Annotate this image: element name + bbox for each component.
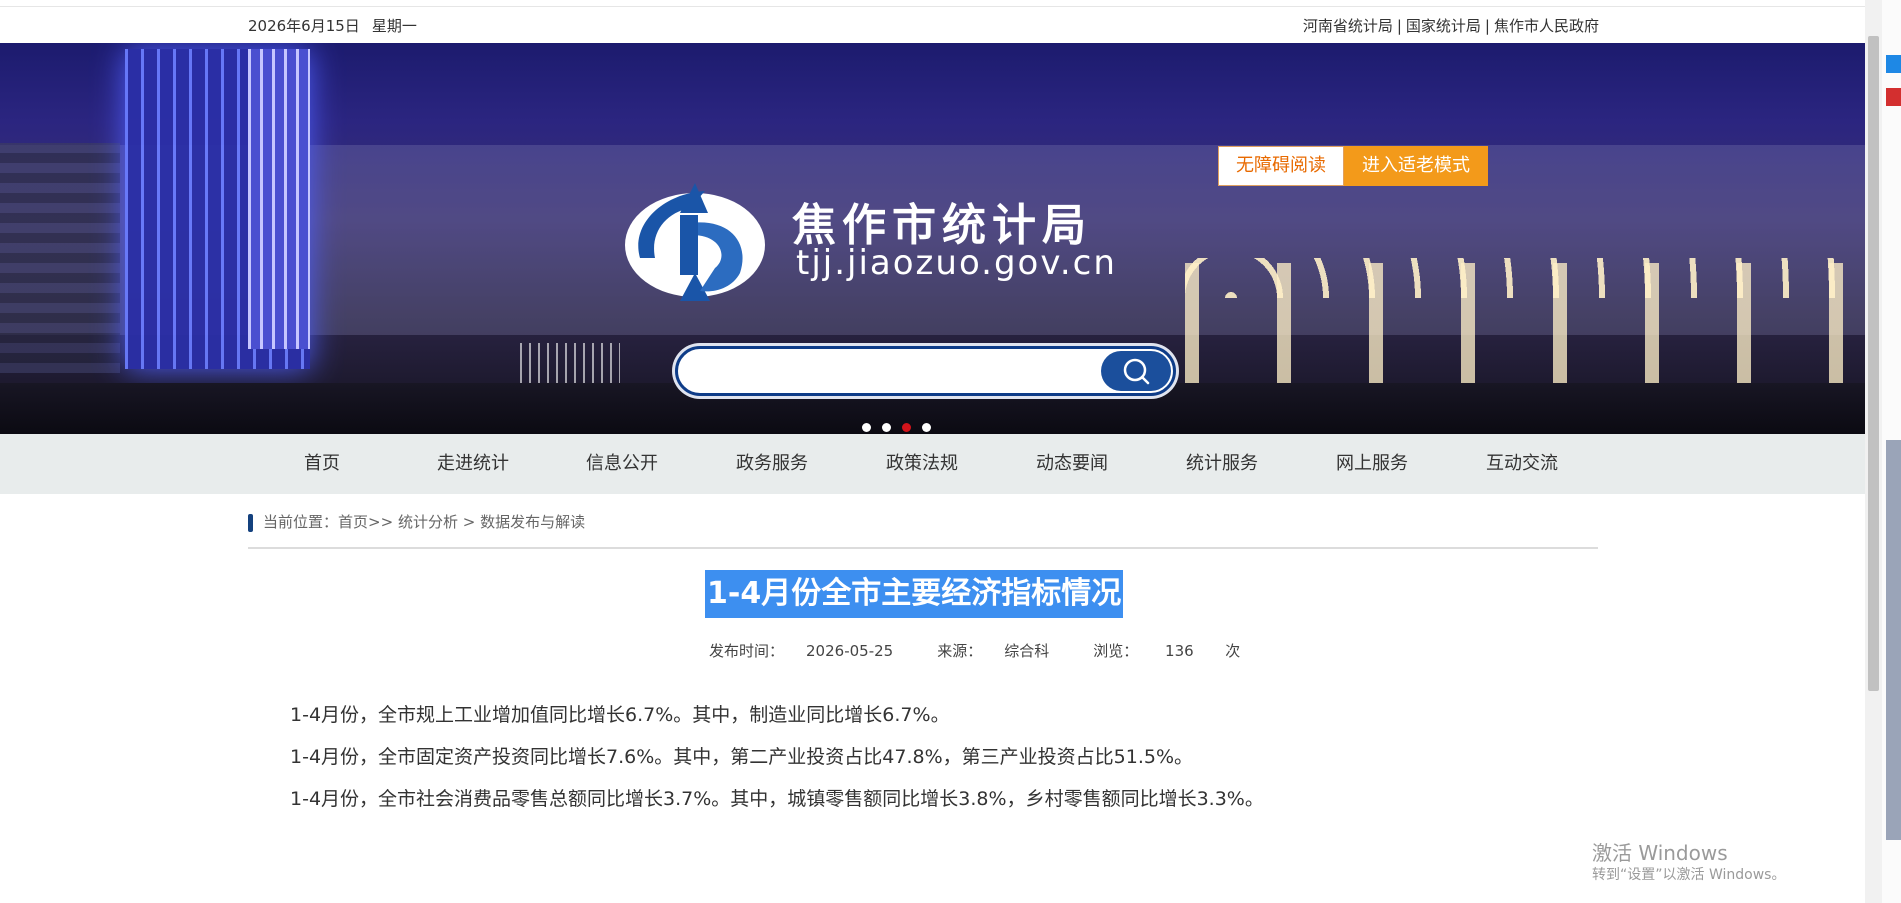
page: 2026年6月15日 星期一 河南省统计局 | 国家统计局 | 焦作市人民政府 焦作市统计… bbox=[0, 0, 1865, 903]
elder-mode-button[interactable]: 进入适老模式 bbox=[1344, 146, 1488, 186]
banner-tower-side bbox=[248, 49, 310, 349]
adjacent-window-image bbox=[1886, 440, 1901, 840]
windows-activation-watermark: 激活 Windows bbox=[1592, 841, 1728, 865]
page-scrollbar[interactable] bbox=[1865, 0, 1882, 903]
adjacent-window-chip bbox=[1886, 88, 1901, 106]
carousel-dot[interactable] bbox=[882, 423, 891, 432]
nav-item-about-stats[interactable]: 走进统计 bbox=[437, 434, 509, 494]
breadcrumb-prefix: 当前位置： bbox=[263, 513, 339, 531]
current-date: 2026年6月15日 星期一 bbox=[248, 15, 429, 36]
link-national-stats[interactable]: 国家统计局 bbox=[1406, 17, 1481, 35]
link-jiaozuo-gov[interactable]: 焦作市人民政府 bbox=[1494, 17, 1599, 35]
windows-activation-hint: 转到“设置”以激活 Windows。 bbox=[1592, 867, 1786, 883]
breadcrumb-data-release[interactable]: 数据发布与解读 bbox=[480, 513, 585, 531]
search-input[interactable] bbox=[696, 355, 1080, 387]
nav-item-news[interactable]: 动态要闻 bbox=[1036, 434, 1108, 494]
bureau-logo-icon bbox=[625, 183, 765, 301]
accessible-reading-button[interactable]: 无障碍阅读 bbox=[1218, 146, 1344, 186]
carousel-dots bbox=[862, 417, 942, 432]
carousel-dot[interactable] bbox=[862, 423, 871, 432]
nav-item-stats-services[interactable]: 统计服务 bbox=[1186, 434, 1258, 494]
publish-info: 发布时间： 2026-05-25 bbox=[709, 642, 894, 660]
nav-item-gov-services[interactable]: 政务服务 bbox=[736, 434, 808, 494]
banner-buildings bbox=[0, 143, 120, 373]
divider bbox=[248, 547, 1598, 549]
search-box bbox=[675, 346, 1176, 396]
view-count: 浏览： 136 次 bbox=[1093, 642, 1241, 660]
top-links: 河南省统计局 | 国家统计局 | 焦作市人民政府 bbox=[1302, 17, 1599, 35]
site-url: tjj.jiaozuo.gov.cn bbox=[796, 243, 1117, 283]
breadcrumb-separator: >> bbox=[368, 513, 394, 531]
source-info: 来源： 综合科 bbox=[937, 642, 1050, 660]
breadcrumb-home[interactable]: 首页 bbox=[338, 513, 368, 531]
scrollbar-thumb[interactable] bbox=[1868, 36, 1879, 691]
main-nav: 首页 走进统计 信息公开 政务服务 政策法规 动态要闻 统计服务 网上服务 互动… bbox=[0, 434, 1865, 494]
header-banner: 焦作市统计局 tjj.jiaozuo.gov.cn 无障碍阅读 进入适老模式 bbox=[0, 43, 1865, 434]
nav-item-home[interactable]: 首页 bbox=[304, 434, 340, 494]
breadcrumb: 当前位置：首页>> 统计分析 > 数据发布与解读 bbox=[248, 510, 585, 534]
banner-arches bbox=[1185, 263, 1865, 393]
top-bar: 2026年6月15日 星期一 河南省统计局 | 国家统计局 | 焦作市人民政府 bbox=[0, 6, 1865, 43]
nav-item-online-services[interactable]: 网上服务 bbox=[1336, 434, 1408, 494]
nav-item-policy[interactable]: 政策法规 bbox=[886, 434, 958, 494]
article-paragraph: 1-4月份，全市规上工业增加值同比增长6.7%。其中，制造业同比增长6.7%。 bbox=[290, 704, 950, 726]
article-paragraph: 1-4月份，全市固定资产投资同比增长7.6%。其中，第二产业投资占比47.8%，… bbox=[290, 746, 1194, 768]
article-meta: 发布时间： 2026-05-25 来源： 综合科 浏览： 136 次 bbox=[709, 640, 1284, 661]
nav-item-interaction[interactable]: 互动交流 bbox=[1486, 434, 1558, 494]
article-paragraph: 1-4月份，全市社会消费品零售总额同比增长3.7%。其中，城镇零售额同比增长3.… bbox=[290, 788, 1264, 810]
nav-item-info-disclosure[interactable]: 信息公开 bbox=[586, 434, 658, 494]
breadcrumb-separator: > bbox=[462, 513, 476, 531]
link-henan-stats[interactable]: 河南省统计局 bbox=[1303, 17, 1393, 35]
search-icon bbox=[1123, 358, 1150, 385]
article-title: 1-4月份全市主要经济指标情况 bbox=[705, 570, 1124, 618]
adjacent-window-chip bbox=[1886, 55, 1901, 73]
carousel-dot[interactable] bbox=[922, 423, 931, 432]
adjacent-window-strip bbox=[1882, 0, 1901, 903]
carousel-dot-active[interactable] bbox=[902, 423, 911, 432]
breadcrumb-marker bbox=[248, 513, 253, 532]
breadcrumb-analysis[interactable]: 统计分析 bbox=[398, 513, 458, 531]
weekday-text: 星期一 bbox=[371, 17, 417, 35]
date-text: 2026年6月15日 bbox=[248, 17, 360, 35]
search-button[interactable] bbox=[1101, 351, 1171, 391]
